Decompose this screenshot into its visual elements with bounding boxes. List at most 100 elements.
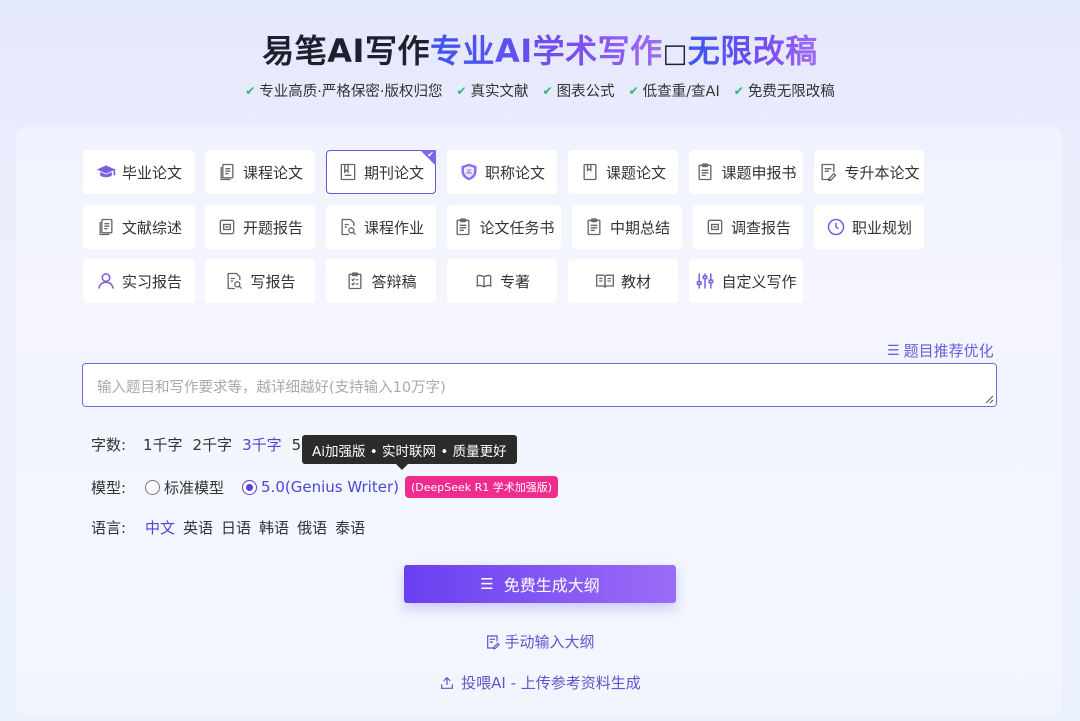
type-label: 自定义写作 bbox=[721, 272, 797, 291]
type-label: 文献综述 bbox=[121, 218, 182, 237]
word-count-label: 字数: bbox=[91, 436, 127, 454]
tagline-title-2: 无限改稿 bbox=[687, 32, 818, 70]
feature-list: ✔ 专业高质·严格保密·版权归您 ✔ 真实文献 ✔ 图表公式 ✔ 低查重/查AI ✔ 免费… bbox=[0, 80, 1080, 101]
sliders-icon bbox=[695, 271, 715, 291]
clock-icon bbox=[826, 217, 846, 237]
type-label: 专著 bbox=[499, 272, 530, 291]
summary-clipboard-icon bbox=[584, 217, 604, 237]
language-option[interactable]: 俄语 bbox=[297, 517, 327, 538]
type-button-project-paper[interactable]: 课题论文 bbox=[568, 150, 678, 194]
word-count-option[interactable]: 2千字 bbox=[193, 434, 233, 455]
manual-outline-link[interactable]: 手动输入大纲 bbox=[0, 631, 1080, 654]
check-icon: ✔ bbox=[245, 83, 256, 98]
type-button-midterm-summary[interactable]: 中期总结 bbox=[572, 205, 682, 249]
radio-label: 5.0(Genius Writer) bbox=[261, 478, 399, 496]
type-button-textbook[interactable]: 教材 bbox=[568, 259, 678, 303]
language-option[interactable]: 韩语 bbox=[259, 517, 289, 538]
model-tooltip: Ai加强版 • 实时联网 • 质量更好 bbox=[302, 435, 517, 470]
feature-label: 真实文献 bbox=[470, 84, 529, 100]
manual-outline-label: 手动输入大纲 bbox=[504, 633, 595, 651]
document-icon bbox=[217, 162, 237, 182]
type-label: 开题报告 bbox=[242, 218, 303, 237]
type-label: 课程作业 bbox=[363, 218, 424, 237]
type-button-defense-speech[interactable]: 答辩稿 bbox=[326, 259, 436, 303]
upload-reference-link[interactable]: 投喂AI - 上传参考资料生成 bbox=[0, 672, 1080, 695]
type-label: 中期总结 bbox=[609, 218, 670, 237]
feature-label: 图表公式 bbox=[556, 84, 615, 100]
language-option[interactable]: 英语 bbox=[183, 517, 213, 538]
book-icon bbox=[474, 271, 494, 291]
type-label: 调查报告 bbox=[730, 218, 791, 237]
type-button-opening-report[interactable]: 开题报告 bbox=[205, 205, 315, 249]
clipboard-icon bbox=[695, 162, 715, 182]
type-button-write-report[interactable]: 写报告 bbox=[205, 259, 315, 303]
word-count-option[interactable]: 3千字 bbox=[242, 434, 282, 455]
radio-icon bbox=[145, 479, 160, 495]
write-report-icon bbox=[224, 271, 244, 291]
checklist-icon bbox=[345, 271, 365, 291]
documents-icon bbox=[96, 217, 116, 237]
feature-item: ✔ 低查重/查AI bbox=[629, 80, 720, 101]
report-icon bbox=[217, 217, 237, 237]
language-label: 语言: bbox=[91, 519, 127, 537]
type-button-course-paper[interactable]: 课程论文 bbox=[205, 150, 315, 194]
type-label: 答辩稿 bbox=[371, 272, 417, 291]
type-button-survey-report[interactable]: 调查报告 bbox=[693, 205, 803, 249]
topic-recommend-label: 题目推荐优化 bbox=[903, 342, 994, 360]
type-button-upgrade-paper[interactable]: 专升本论文 bbox=[814, 150, 924, 194]
list-icon: ☰ bbox=[480, 575, 494, 593]
shield-badge-icon: 高 bbox=[459, 162, 479, 182]
language-option[interactable]: 泰语 bbox=[335, 517, 365, 538]
generate-outline-button[interactable]: ☰ 免费生成大纲 bbox=[404, 565, 676, 603]
open-book-icon bbox=[595, 271, 615, 291]
generate-outline-label: 免费生成大纲 bbox=[503, 576, 600, 595]
type-button-journal-paper[interactable]: 期刊论文 ✔ bbox=[326, 150, 436, 194]
feature-item: ✔ 免费无限改稿 bbox=[734, 80, 835, 101]
upload-reference-label: 投喂AI - 上传参考资料生成 bbox=[461, 674, 641, 692]
survey-icon bbox=[705, 217, 725, 237]
type-button-custom-writing[interactable]: 自定义写作 bbox=[689, 259, 803, 303]
topic-recommend-link[interactable]: ☰ 题目推荐优化 bbox=[887, 340, 994, 361]
feature-label: 低查重/查AI bbox=[642, 84, 720, 100]
type-label: 实习报告 bbox=[121, 272, 182, 291]
type-button-project-proposal[interactable]: 课题申报书 bbox=[689, 150, 803, 194]
type-button-task-book[interactable]: 论文任务书 bbox=[447, 205, 561, 249]
type-button-internship-report[interactable]: 实习报告 bbox=[83, 259, 195, 303]
title-separator: □ bbox=[662, 39, 688, 69]
type-button-coursework[interactable]: 课程作业 bbox=[326, 205, 436, 249]
type-button-title-paper[interactable]: 高 职称论文 bbox=[447, 150, 557, 194]
model-label: 模型: bbox=[91, 478, 127, 497]
model-option-genius[interactable]: 5.0(Genius Writer) bbox=[242, 478, 399, 496]
model-row: 模型: 标准模型 5.0(Genius Writer) (DeepSeek R1… bbox=[91, 476, 559, 498]
language-option[interactable]: 中文 bbox=[145, 517, 175, 538]
type-label: 专升本论文 bbox=[844, 163, 920, 182]
type-label: 课程论文 bbox=[242, 163, 303, 182]
check-icon: ✔ bbox=[542, 83, 553, 98]
type-button-literature-review[interactable]: 文献综述 bbox=[83, 205, 195, 249]
radio-label: 标准模型 bbox=[164, 478, 225, 497]
doc-edit-icon bbox=[818, 162, 838, 182]
type-button-thesis[interactable]: 毕业论文 bbox=[83, 150, 195, 194]
language-option[interactable]: 日语 bbox=[221, 517, 251, 538]
resize-handle-icon[interactable] bbox=[984, 394, 994, 404]
word-count-option[interactable]: 1千字 bbox=[143, 434, 183, 455]
type-button-monograph[interactable]: 专著 bbox=[447, 259, 557, 303]
svg-text:高: 高 bbox=[466, 168, 472, 176]
type-label: 期刊论文 bbox=[363, 163, 424, 182]
feature-item: ✔ 真实文献 bbox=[456, 80, 528, 101]
person-icon bbox=[96, 271, 116, 291]
check-icon: ✔ bbox=[427, 150, 434, 159]
topic-input[interactable] bbox=[82, 363, 997, 407]
page-title: 易笔AI写作专业AI学术写作□无限改稿 bbox=[0, 26, 1080, 72]
edit-doc-icon bbox=[487, 634, 501, 649]
graduation-cap-icon bbox=[96, 162, 116, 182]
type-label: 论文任务书 bbox=[479, 218, 555, 237]
journal-icon bbox=[338, 162, 358, 182]
deepseek-badge: (DeepSeek R1 学术加强版) bbox=[404, 476, 559, 498]
type-label: 课题申报书 bbox=[721, 163, 797, 182]
type-label: 教材 bbox=[620, 272, 651, 291]
type-label: 写报告 bbox=[250, 272, 296, 291]
type-button-career-plan[interactable]: 职业规划 bbox=[814, 205, 924, 249]
model-option-standard[interactable]: 标准模型 bbox=[145, 477, 224, 498]
type-label: 职业规划 bbox=[851, 218, 912, 237]
